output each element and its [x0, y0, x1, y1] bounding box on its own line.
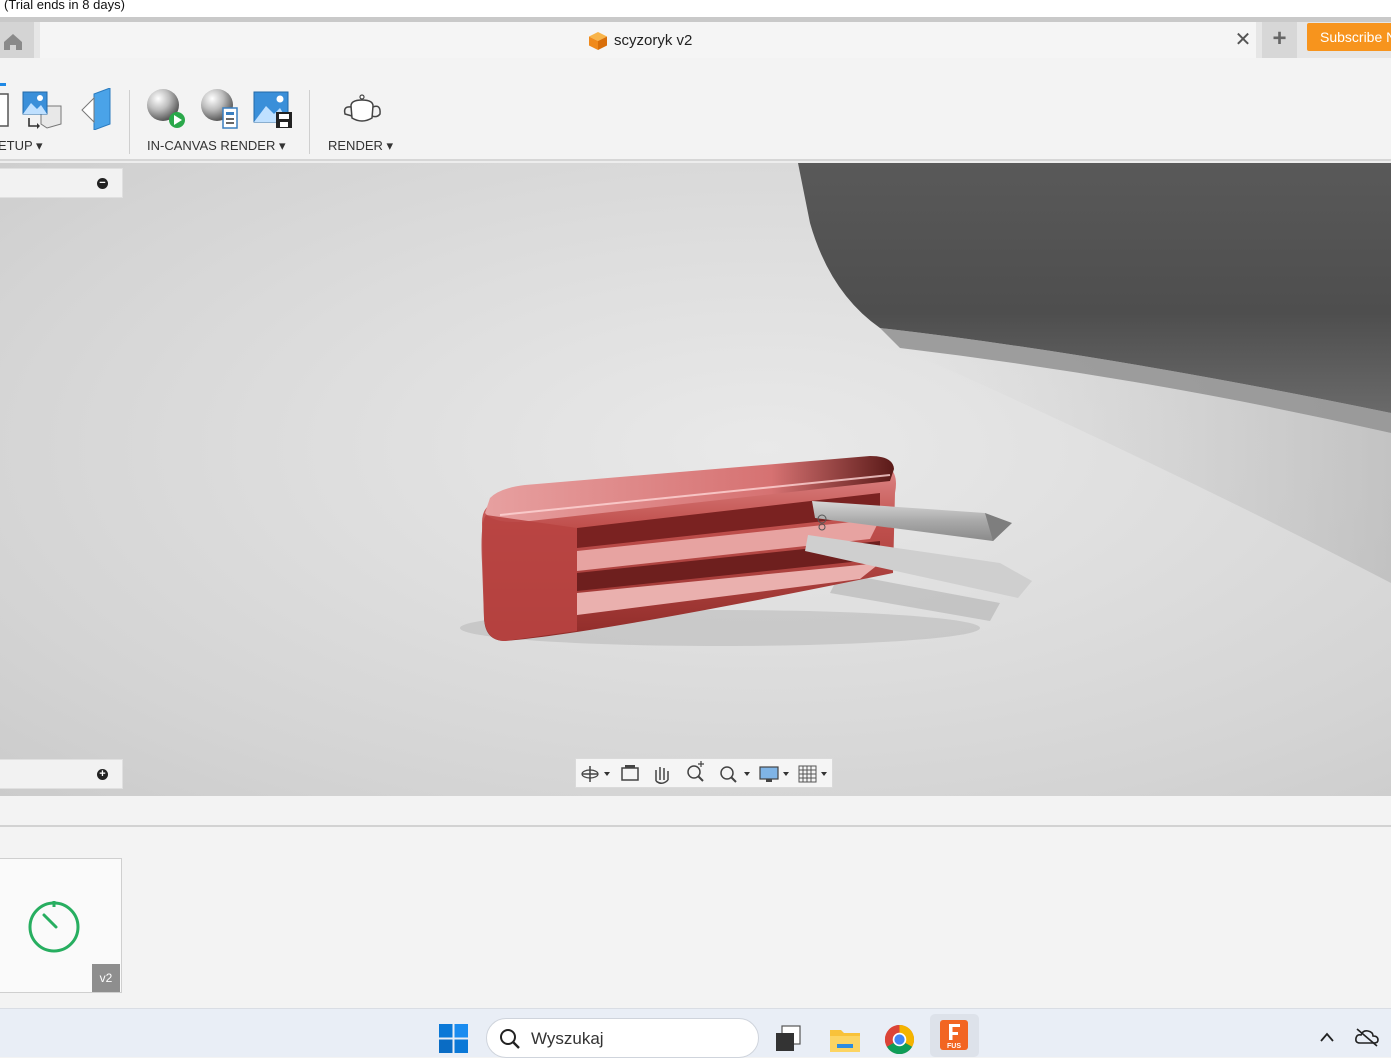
- minus-icon: −: [99, 177, 106, 189]
- environment-library-icon[interactable]: [21, 88, 63, 130]
- timer-icon: [28, 901, 80, 953]
- design-cube-icon: [589, 32, 607, 50]
- render-canvas[interactable]: [0, 163, 1391, 796]
- trial-notice: (Trial ends in 8 days): [4, 0, 125, 12]
- texture-map-icon[interactable]: [76, 88, 118, 130]
- toolbar-separator: [129, 90, 130, 154]
- plus-icon: +: [99, 768, 106, 780]
- render-teapot-icon[interactable]: [341, 88, 383, 130]
- collapse-panel-button[interactable]: −: [97, 178, 108, 189]
- setup-label: ETUP: [0, 138, 33, 153]
- active-tab-indicator: [0, 83, 6, 86]
- capture-image-icon[interactable]: [252, 88, 294, 130]
- trial-bar: [0, 0, 1391, 17]
- chrome-icon[interactable]: [884, 1024, 915, 1055]
- navigation-toolbar: [575, 758, 833, 788]
- scene: [460, 163, 1391, 646]
- render-menu[interactable]: RENDER ▾: [328, 138, 393, 154]
- display-settings-icon[interactable]: [759, 766, 789, 782]
- in-canvas-render-icon[interactable]: [144, 88, 186, 130]
- search-icon: [500, 1029, 520, 1049]
- taskbar-search[interactable]: [486, 1018, 759, 1058]
- nav-tools: [581, 761, 827, 784]
- close-tab-button[interactable]: ✕: [1232, 29, 1254, 51]
- chevron-up-icon[interactable]: [1319, 1031, 1335, 1043]
- expand-panel-button[interactable]: +: [97, 769, 108, 780]
- fit-icon[interactable]: [720, 766, 750, 783]
- windows-start-icon[interactable]: [439, 1024, 468, 1053]
- home-icon: [4, 34, 22, 50]
- file-explorer-icon[interactable]: [829, 1024, 861, 1054]
- look-at-icon[interactable]: [621, 765, 639, 781]
- pan-icon[interactable]: [655, 767, 669, 784]
- browser-panel-header[interactable]: −: [0, 168, 123, 198]
- orbit-icon[interactable]: [581, 766, 610, 782]
- plus-icon: +: [1272, 25, 1287, 52]
- search-placeholder: Wyszukaj: [531, 1029, 604, 1048]
- cloud-offline-icon[interactable]: [1354, 1027, 1380, 1047]
- render-label: RENDER: [328, 138, 383, 153]
- comments-panel-header[interactable]: +: [0, 759, 123, 789]
- in-canvas-render-settings-icon[interactable]: [198, 88, 240, 130]
- fusion-badge: FUS: [947, 1043, 961, 1050]
- close-icon: ✕: [1234, 29, 1252, 51]
- toolbar-separator: [309, 90, 310, 154]
- new-tab-button[interactable]: +: [1262, 22, 1297, 58]
- subscribe-button[interactable]: Subscribe N: [1307, 23, 1391, 51]
- timeline-divider: [0, 825, 1391, 827]
- task-view-icon[interactable]: [774, 1024, 804, 1054]
- document-title: scyzoryk v2: [614, 32, 693, 49]
- in-canvas-render-menu[interactable]: IN-CANVAS RENDER ▾: [147, 138, 285, 154]
- fusion-taskbar-button[interactable]: FUS: [930, 1014, 979, 1057]
- version-badge: v2: [92, 964, 120, 992]
- setup-menu[interactable]: ETUP ▾: [0, 138, 43, 154]
- grid-settings-icon[interactable]: [798, 765, 827, 783]
- zoom-icon[interactable]: [687, 761, 704, 782]
- home-tab[interactable]: [0, 22, 34, 58]
- in-canvas-render-label: IN-CANVAS RENDER: [147, 138, 276, 153]
- scene-settings-icon[interactable]: [0, 88, 22, 130]
